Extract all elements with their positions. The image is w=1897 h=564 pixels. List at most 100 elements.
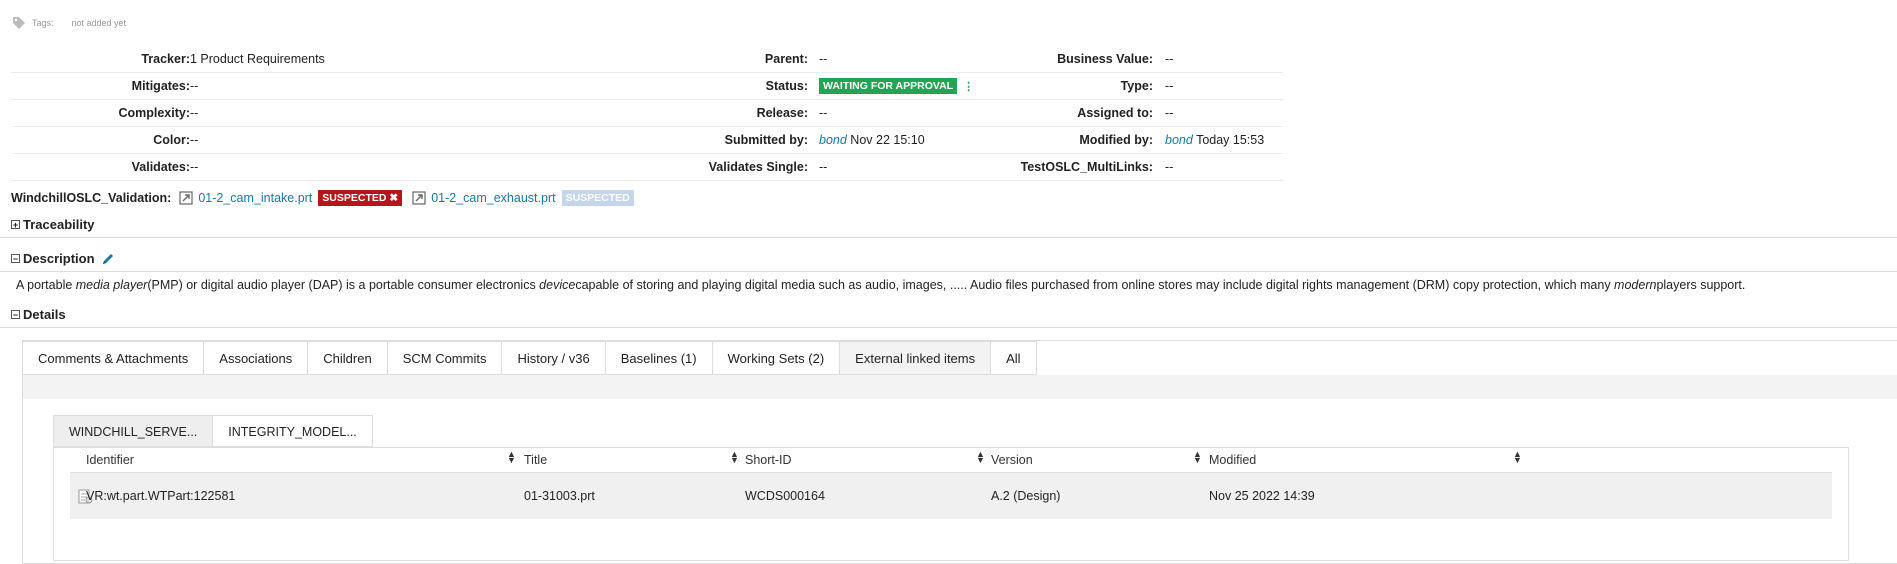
- column-header-version[interactable]: Version: [991, 453, 1033, 467]
- tab-external-linked-items[interactable]: External linked items: [840, 341, 992, 375]
- validates-single-value: --: [819, 160, 828, 174]
- table-row[interactable]: VR:wt.part.WTPart:122581 01-31003.prt WC…: [70, 473, 1832, 519]
- windchill-validation-row: WindchillOSLC_Validation: 01-2_cam_intak…: [11, 187, 634, 209]
- modified-by-user-link[interactable]: bond: [1165, 133, 1193, 147]
- description-text: A portable media player(PMP) or digital …: [16, 278, 1745, 292]
- tab-all[interactable]: All: [991, 341, 1037, 375]
- test-oslc-value: --: [1165, 160, 1174, 174]
- windchill-link-exhaust[interactable]: 01-2_cam_exhaust.prt: [431, 191, 555, 205]
- description-emphasis: device: [539, 278, 576, 292]
- tab-baselines[interactable]: Baselines (1): [605, 341, 713, 375]
- cell-short-id: WCDS000164: [745, 489, 825, 503]
- property-row: Validates: -- Validates Single: -- TestO…: [11, 153, 1283, 181]
- parent-value: --: [819, 52, 828, 66]
- validates-label: Validates:: [131, 160, 190, 174]
- linked-items-table: Identifier ▲ ▼ Title ▲ ▼ Short-ID ▲ ▼ Versi…: [53, 447, 1849, 561]
- release-label: Release:: [756, 106, 808, 120]
- tags-label: Tags:: [32, 18, 54, 28]
- description-emphasis: media player: [75, 278, 148, 292]
- tab-working-sets[interactable]: Working Sets (2): [712, 341, 841, 375]
- description-part: players support.: [1656, 278, 1746, 292]
- submitted-by-date: Nov 22 15:10: [850, 133, 925, 147]
- business-value-label: Business Value:: [1057, 52, 1153, 66]
- submitted-by-value: bond Nov 22 15:10: [819, 133, 925, 147]
- windchill-link-intake[interactable]: 01-2_cam_intake.prt: [198, 191, 312, 205]
- divider: [0, 237, 1897, 238]
- section-details[interactable]: − Details: [11, 307, 66, 322]
- tracker-value: 1 Product Requirements: [190, 52, 325, 66]
- mitigates-label: Mitigates:: [131, 79, 190, 93]
- business-value-value: --: [1165, 52, 1174, 66]
- external-link-icon: [179, 191, 193, 205]
- suspected-badge[interactable]: SUSPECTED ✖: [318, 190, 403, 206]
- cell-version: A.2 (Design): [991, 489, 1061, 503]
- submitted-by-label: Submitted by:: [724, 133, 808, 147]
- expand-icon[interactable]: +: [11, 220, 20, 230]
- assigned-to-value: --: [1165, 106, 1174, 120]
- property-row: Color: -- Submitted by: bond Nov 22 15:1…: [11, 126, 1283, 154]
- type-value: --: [1165, 79, 1174, 93]
- mitigates-value: --: [190, 79, 199, 93]
- complexity-label: Complexity:: [118, 106, 190, 120]
- sort-icon[interactable]: ▲ ▼: [976, 450, 985, 465]
- validates-single-label: Validates Single:: [708, 160, 808, 174]
- external-link-icon: [412, 191, 426, 205]
- sort-icon[interactable]: ▲ ▼: [1513, 450, 1522, 465]
- divider: [0, 271, 1897, 272]
- column-header-identifier[interactable]: Identifier: [86, 453, 134, 467]
- property-row: Tracker: 1 Product Requirements Parent: …: [11, 45, 1283, 73]
- suspected-badge-cleared: SUSPECTED: [561, 190, 634, 206]
- modified-by-date: Today 15:53: [1196, 133, 1265, 147]
- modified-by-label: Modified by:: [1079, 133, 1153, 147]
- edit-pencil-icon[interactable]: [101, 252, 115, 266]
- property-row: Mitigates: -- Status: WAITING FOR APPROV…: [11, 72, 1283, 100]
- subtab-windchill[interactable]: WINDCHILL_SERVE...: [53, 415, 213, 447]
- column-header-short-id[interactable]: Short-ID: [745, 453, 792, 467]
- tabbar-toolbar: [23, 375, 1897, 399]
- cell-title: 01-31003.prt: [524, 489, 595, 503]
- section-title: Details: [23, 307, 66, 322]
- section-description[interactable]: − Description: [11, 251, 115, 266]
- tags-bar: Tags: not added yet: [12, 16, 126, 30]
- complexity-value: --: [190, 106, 199, 120]
- subtab-bar: WINDCHILL_SERVE... INTEGRITY_MODEL...: [53, 415, 373, 447]
- status-value: WAITING FOR APPROVAL ⋮: [819, 78, 974, 94]
- sort-icon[interactable]: ▲ ▼: [507, 450, 516, 465]
- divider: [0, 327, 1897, 328]
- sort-icon[interactable]: ▲ ▼: [1193, 450, 1202, 465]
- color-value: --: [190, 133, 199, 147]
- tab-history[interactable]: History / v36: [502, 341, 606, 375]
- tab-comments-attachments[interactable]: Comments & Attachments: [23, 341, 205, 375]
- subtab-integrity-model[interactable]: INTEGRITY_MODEL...: [212, 415, 373, 447]
- collapse-icon[interactable]: −: [11, 310, 20, 320]
- type-label: Type:: [1120, 79, 1153, 93]
- column-header-modified[interactable]: Modified: [1209, 453, 1256, 467]
- description-part: capable of storing and playing digital m…: [575, 278, 1615, 292]
- description-part: A portable: [16, 278, 76, 292]
- status-label: Status:: [765, 79, 808, 93]
- validates-value: --: [190, 160, 199, 174]
- property-row: Complexity: -- Release: -- Assigned to: …: [11, 99, 1283, 127]
- description-emphasis: modern: [1614, 278, 1657, 292]
- tab-associations[interactable]: Associations: [204, 341, 309, 375]
- cell-identifier: VR:wt.part.WTPart:122581: [86, 489, 236, 503]
- release-value: --: [819, 106, 828, 120]
- cell-modified: Nov 25 2022 14:39: [1209, 489, 1315, 503]
- tag-icon: [13, 17, 25, 29]
- status-menu-icon[interactable]: ⋮: [963, 81, 974, 93]
- sort-icon[interactable]: ▲ ▼: [730, 450, 739, 465]
- tracker-label: Tracker:: [141, 52, 190, 66]
- collapse-icon[interactable]: −: [11, 254, 20, 264]
- column-header-title[interactable]: Title: [524, 453, 547, 467]
- tab-scm-commits[interactable]: SCM Commits: [387, 341, 503, 375]
- section-title: Traceability: [23, 217, 95, 232]
- color-label: Color:: [153, 133, 190, 147]
- submitted-by-user-link[interactable]: bond: [819, 133, 847, 147]
- details-tabs-panel: Comments & Attachments Associations Chil…: [22, 340, 1897, 564]
- modified-by-value: bond Today 15:53: [1165, 133, 1264, 147]
- table-header: Identifier ▲ ▼ Title ▲ ▼ Short-ID ▲ ▼ Versi…: [70, 448, 1832, 473]
- tab-children[interactable]: Children: [308, 341, 388, 375]
- section-title: Description: [23, 251, 95, 266]
- status-badge[interactable]: WAITING FOR APPROVAL: [819, 78, 958, 94]
- section-traceability[interactable]: + Traceability: [11, 217, 95, 232]
